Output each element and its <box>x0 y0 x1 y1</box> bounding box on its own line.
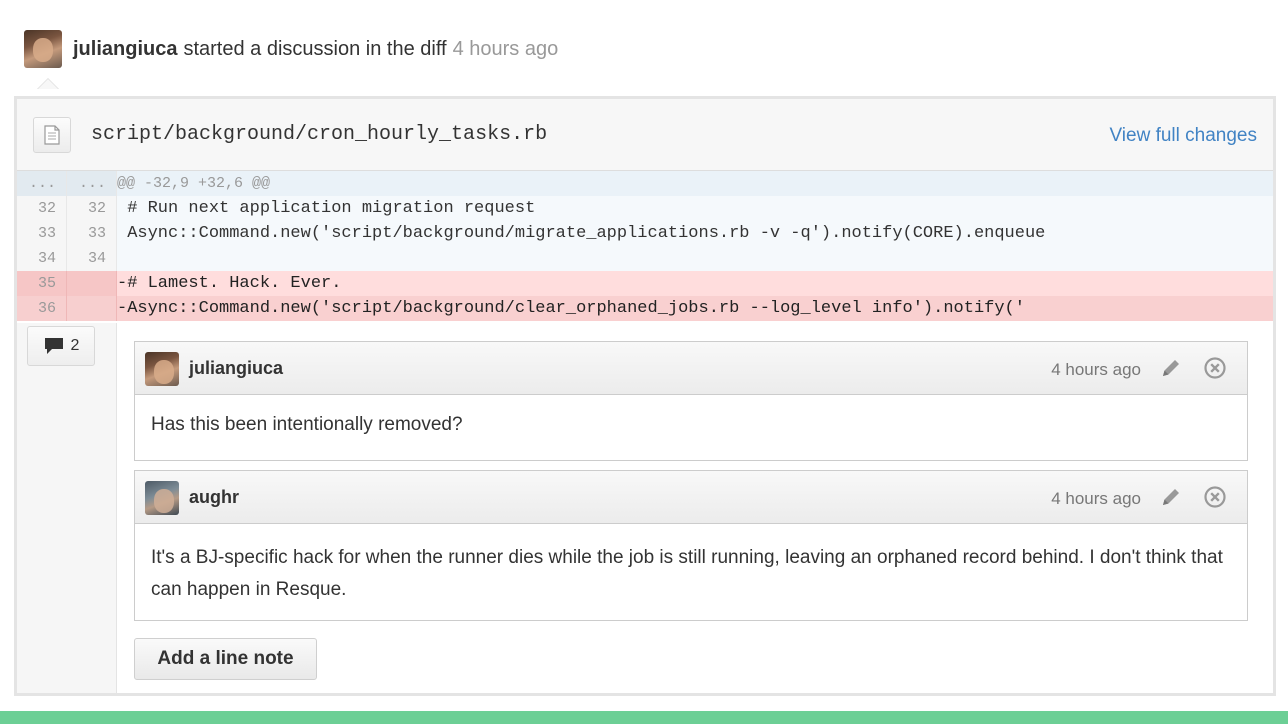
new-line-number[interactable]: ... <box>67 171 117 196</box>
code-line: Async::Command.new('script/background/mi… <box>117 221 1273 246</box>
comment-timestamp[interactable]: 4 hours ago <box>1051 489 1141 509</box>
new-line-number[interactable] <box>67 271 117 296</box>
comment-author[interactable]: aughr <box>189 487 239 508</box>
old-line-number[interactable]: 35 <box>17 271 67 296</box>
close-icon[interactable] <box>1203 485 1227 509</box>
avatar[interactable] <box>145 481 179 515</box>
comment-body: Has this been intentionally removed? <box>151 414 463 435</box>
line-comments: 2 juliangiuca 4 hours ago Has this been … <box>17 323 1273 693</box>
close-icon[interactable] <box>1203 356 1227 380</box>
diff-deleted-line-commented: 36 -Async::Command.new('script/backgroun… <box>17 296 1273 321</box>
comment: juliangiuca 4 hours ago Has this been in… <box>134 341 1248 461</box>
code-line: -# Lamest. Hack. Ever. <box>117 271 1273 296</box>
avatar[interactable] <box>145 352 179 386</box>
comment-header: juliangiuca 4 hours ago <box>135 342 1247 395</box>
code-line: # Run next application migration request <box>117 196 1273 221</box>
diff-line: 33 33 Async::Command.new('script/backgro… <box>17 221 1273 246</box>
diff-discussion-box: script/background/cron_hourly_tasks.rb V… <box>14 96 1276 696</box>
old-line-number[interactable]: 33 <box>17 221 67 246</box>
view-full-changes-link[interactable]: View full changes <box>1109 125 1257 147</box>
file-header: script/background/cron_hourly_tasks.rb V… <box>17 99 1273 171</box>
old-line-number[interactable]: ... <box>17 171 67 196</box>
file-icon[interactable] <box>33 117 71 153</box>
new-line-number[interactable] <box>67 296 117 321</box>
add-line-note-button[interactable]: Add a line note <box>134 638 317 680</box>
comment-count-button[interactable]: 2 <box>27 326 95 366</box>
diff-deleted-line: 35 -# Lamest. Hack. Ever. <box>17 271 1273 296</box>
file-path[interactable]: script/background/cron_hourly_tasks.rb <box>91 123 547 146</box>
old-line-number[interactable]: 34 <box>17 246 67 271</box>
discussion-author[interactable]: juliangiuca <box>73 38 177 61</box>
hunk-text: @@ -32,9 +32,6 @@ <box>117 175 271 192</box>
old-line-number[interactable]: 36 <box>17 296 67 321</box>
new-line-number[interactable]: 32 <box>67 196 117 221</box>
old-line-number[interactable]: 32 <box>17 196 67 221</box>
pencil-icon[interactable] <box>1159 356 1183 380</box>
speech-bubble-icon <box>44 338 63 354</box>
discussion-action-text: started a discussion in the diff <box>183 37 447 60</box>
diff-hunk-header: ... ... @@ -32,9 +32,6 @@ <box>17 171 1273 196</box>
diff-line: 32 32 # Run next application migration r… <box>17 196 1273 221</box>
pencil-icon[interactable] <box>1159 485 1183 509</box>
footer-accent-bar <box>0 711 1288 724</box>
comment-count: 2 <box>70 337 80 354</box>
comment: aughr 4 hours ago It's a BJ-specific hac… <box>134 470 1248 621</box>
comment-author[interactable]: juliangiuca <box>189 358 283 379</box>
avatar[interactable] <box>24 30 62 68</box>
discussion-header: juliangiuca started a discussion in the … <box>24 30 558 68</box>
comment-header: aughr 4 hours ago <box>135 471 1247 524</box>
comment-timestamp[interactable]: 4 hours ago <box>1051 360 1141 380</box>
header-pointer-arrow <box>37 78 59 89</box>
code-line <box>117 246 1273 271</box>
code-line: -Async::Command.new('script/background/c… <box>117 296 1273 321</box>
diff-table: ... ... @@ -32,9 +32,6 @@ 32 32 # Run ne… <box>17 171 1273 321</box>
discussion-timestamp[interactable]: 4 hours ago <box>453 38 559 61</box>
diff-line: 34 34 <box>17 246 1273 271</box>
comments-gutter: 2 <box>17 323 117 693</box>
new-line-number[interactable]: 33 <box>67 221 117 246</box>
comment-body: It's a BJ-specific hack for when the run… <box>151 547 1223 600</box>
new-line-number[interactable]: 34 <box>67 246 117 271</box>
